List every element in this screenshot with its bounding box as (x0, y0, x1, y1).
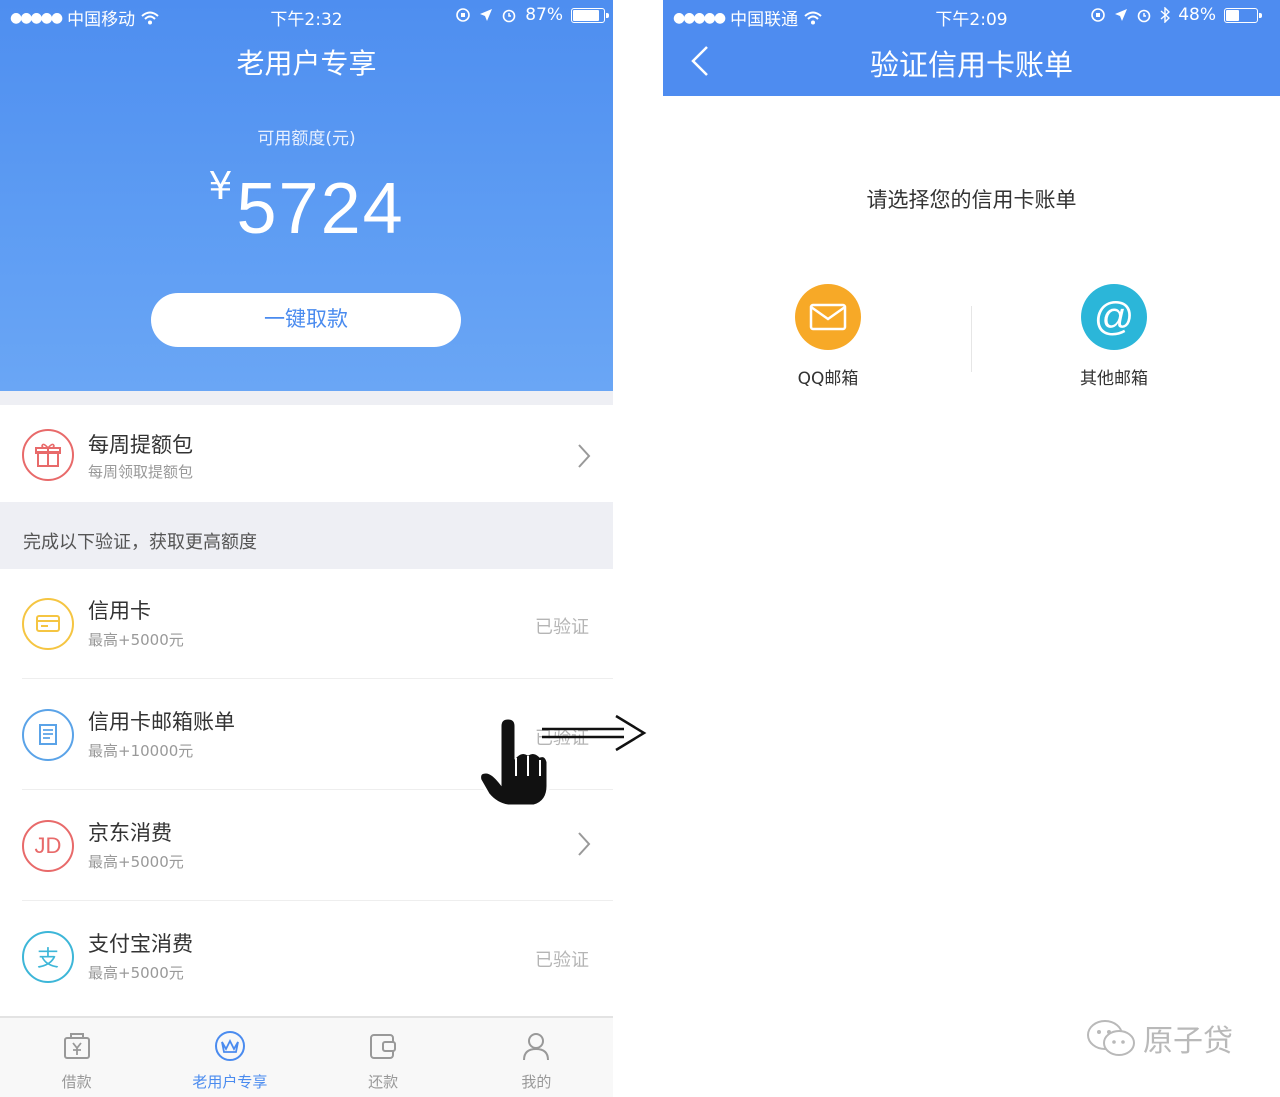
alarm-icon (1137, 9, 1151, 23)
divider (22, 678, 613, 679)
wechat-logo-icon (1087, 1020, 1135, 1056)
tab-label: 我的 (521, 1073, 552, 1091)
watermark-text: 原子贷 (1143, 1024, 1233, 1059)
option-label: 其他邮箱 (1080, 369, 1148, 389)
gift-icon (22, 429, 74, 481)
item-title: 信用卡 (88, 599, 151, 623)
item-subtitle: 最高+5000元 (88, 964, 184, 982)
rotation-lock-icon (1091, 8, 1106, 22)
battery-percent: 48% (1178, 5, 1216, 25)
option-other-mail[interactable]: @ 其他邮箱 (1044, 284, 1184, 389)
tab-label: 老用户专享 (192, 1073, 268, 1091)
chevron-right-icon (578, 832, 591, 856)
battery-icon (1224, 7, 1262, 23)
status-bar: ●●●●● 中国联通 下午2:09 48% (663, 0, 1280, 32)
nav-bar: ●●●●● 中国联通 下午2:09 48% 验证信用卡账单 (663, 0, 1280, 96)
loan-icon (63, 1033, 90, 1059)
tab-repay[interactable]: 还款 (307, 1018, 460, 1097)
location-icon (480, 9, 493, 21)
item-status: 已验证 (535, 950, 589, 971)
item-title: 支付宝消费 (88, 932, 193, 956)
item-subtitle: 最高+5000元 (88, 853, 184, 871)
battery-fill (573, 9, 599, 21)
page-title: 验证信用卡账单 (869, 48, 1073, 82)
repay-icon (370, 1034, 397, 1059)
tab-loan[interactable]: 借款 (0, 1018, 153, 1097)
tab-label: 还款 (368, 1073, 399, 1091)
amount-value: 5724 (236, 169, 405, 249)
right-phone-screen: ●●●●● 中国联通 下午2:09 48% 验证信用卡账单 请选择您的信用卡账单… (663, 0, 1280, 1097)
credit-header: ●●●●● 中国移动 下午2:32 87% 老用户专享 可用额度(元) ¥572… (0, 0, 613, 391)
left-phone-screen: ●●●●● 中国移动 下午2:32 87% 老用户专享 可用额度(元) ¥572… (0, 0, 613, 1097)
bill-icon (22, 709, 74, 761)
card-icon (22, 598, 74, 650)
at-icon: @ (1081, 284, 1147, 350)
user-icon (523, 1033, 550, 1061)
withdraw-button[interactable]: 一键取款 (151, 293, 461, 347)
battery-percent: 87% (525, 5, 563, 25)
option-qq-mail[interactable]: QQ邮箱 (758, 284, 898, 389)
chevron-right-icon (578, 444, 591, 468)
arrow-right-icon (542, 714, 647, 752)
page-title: 老用户专享 (236, 47, 377, 80)
jd-icon: JD (22, 820, 74, 872)
crown-icon (214, 1031, 245, 1061)
location-icon (1115, 9, 1128, 21)
spacer (0, 391, 613, 405)
envelope-icon (795, 284, 861, 350)
divider (971, 306, 972, 372)
item-title: 京东消费 (88, 821, 172, 845)
select-prompt: 请选择您的信用卡账单 (866, 188, 1077, 212)
credit-amount: ¥5724 (0, 164, 613, 250)
tab-bar: 借款 老用户专享 还款 我的 (0, 1016, 613, 1097)
weekly-boost-row[interactable]: 每周提额包 每周领取提额包 (0, 405, 613, 502)
item-subtitle: 最高+10000元 (88, 742, 194, 760)
weekly-subtitle: 每周领取提额包 (88, 463, 194, 481)
divider (22, 900, 613, 901)
rotation-lock-icon (456, 8, 471, 22)
credit-label: 可用额度(元) (257, 129, 356, 149)
option-label: QQ邮箱 (797, 369, 859, 389)
bluetooth-icon (1160, 7, 1171, 23)
tab-me[interactable]: 我的 (460, 1018, 613, 1097)
alarm-icon (502, 9, 516, 23)
verify-item-credit-card[interactable]: 信用卡 最高+5000元 已验证 (0, 569, 613, 679)
verify-item-alipay[interactable]: 支 支付宝消费 最高+5000元 已验证 (0, 902, 613, 1016)
currency-symbol: ¥ (208, 164, 233, 208)
battery-icon (571, 7, 609, 23)
weekly-title: 每周提额包 (88, 433, 193, 457)
alipay-icon: 支 (22, 931, 74, 983)
item-subtitle: 最高+5000元 (88, 631, 184, 649)
section-label: 完成以下验证，获取更高额度 (0, 502, 613, 569)
item-title: 信用卡邮箱账单 (88, 710, 235, 734)
item-status: 已验证 (535, 617, 589, 638)
watermark: 原子贷 (1085, 1016, 1233, 1060)
tab-vip[interactable]: 老用户专享 (153, 1018, 306, 1097)
status-bar: ●●●●● 中国移动 下午2:32 87% (0, 0, 613, 32)
tab-label: 借款 (61, 1073, 92, 1091)
battery-fill (1226, 9, 1240, 21)
